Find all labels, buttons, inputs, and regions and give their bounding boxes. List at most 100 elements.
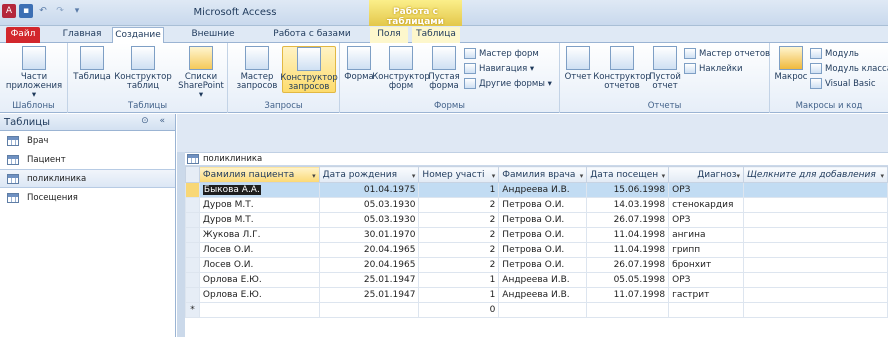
table-cell[interactable]: 2 [418,257,500,273]
row-selector[interactable] [185,212,200,228]
table-cell[interactable]: ангина [668,227,745,243]
table-cell[interactable]: 30.01.1970 [318,227,420,243]
nav-item-visits[interactable]: Посещения [0,188,175,207]
table-row[interactable]: Быкова А.А. 01.04.1975 1 Андреева И.В. 15.06… [185,182,888,198]
empty-cell[interactable] [743,182,888,198]
report-wizard-button[interactable]: Мастер отчетов [684,48,770,59]
empty-cell[interactable] [743,272,888,288]
table-cell[interactable]: ОРЗ [668,272,745,288]
table-cell[interactable]: 1 [418,287,500,303]
visual-basic-button[interactable]: Visual Basic [810,78,876,89]
customize-qat-icon[interactable]: ▾ [70,4,84,18]
navigation-button[interactable]: Навигация ▾ [464,63,534,74]
app-parts-button[interactable]: Части приложения ▾ [4,46,64,100]
table-cell[interactable]: Андреева И.В. [498,182,588,198]
table-button[interactable]: Таблица [72,46,112,82]
form-wizard-button[interactable]: Мастер форм [464,48,539,59]
table-cell[interactable]: Лосев О.И. [198,242,320,258]
table-cell[interactable]: Лосев О.И. [198,257,320,273]
query-designer-button[interactable]: Конструктор запросов [280,46,338,93]
macro-button[interactable]: Макрос [774,46,808,82]
empty-cell[interactable] [743,227,888,243]
table-cell[interactable]: 2 [418,197,500,213]
table-cell[interactable]: Орлова Е.Ю. [198,272,320,288]
table-cell[interactable]: Петрова О.И. [498,242,588,258]
table-cell[interactable]: 0 [418,302,500,318]
table-cell[interactable] [668,302,745,318]
table-row[interactable]: Орлова Е.Ю. 25.01.1947 1 Андреева И.В. 05.05… [185,272,888,288]
table-cell[interactable]: Петрова О.И. [498,212,588,228]
table-cell[interactable]: ОРЗ [668,182,745,198]
sort-filter-icon[interactable]: ▾ [492,172,496,180]
table-row[interactable]: Дуров М.Т. 05.03.1930 2 Петрова О.И. 26.07.1… [185,212,888,228]
document-tab[interactable]: поликлиника [185,152,888,165]
nav-item-clinic[interactable]: поликлиника [0,169,175,188]
table-cell[interactable]: 05.03.1930 [318,212,420,228]
table-cell[interactable]: 26.07.1998 [586,257,670,273]
nav-header[interactable]: Таблицы ⊙ « [0,114,175,131]
table-cell[interactable]: Жукова Л.Г. [198,227,320,243]
add-column-header[interactable]: Щелкните для добавления ▾ [743,166,888,183]
row-selector[interactable] [185,272,200,288]
column-header[interactable]: Диагноз ▾ [668,166,745,183]
table-row[interactable]: Дуров М.Т. 05.03.1930 2 Петрова О.И. 14.03.1… [185,197,888,213]
table-row[interactable]: Орлова Е.Ю. 25.01.1947 1 Андреева И.В. 11.07… [185,287,888,303]
table-cell[interactable]: Петрова О.И. [498,227,588,243]
sort-filter-icon[interactable]: ▾ [580,172,584,180]
table-cell[interactable]: 20.04.1965 [318,257,420,273]
table-cell[interactable]: 11.04.1998 [586,227,670,243]
select-all-corner[interactable] [185,166,200,183]
table-cell[interactable]: 1 [418,272,500,288]
table-cell[interactable]: 2 [418,212,500,228]
table-cell[interactable]: Андреева И.В. [498,287,588,303]
table-cell[interactable]: Андреева И.В. [498,272,588,288]
table-designer-button[interactable]: Конструктор таблиц [114,46,172,91]
table-cell[interactable]: бронхит [668,257,745,273]
table-cell[interactable]: Быкова А.А. [198,182,320,198]
table-row[interactable]: Лосев О.И. 20.04.1965 2 Петрова О.И. 11.04.1… [185,242,888,258]
column-header[interactable]: Фамилия врача ▾ [498,166,588,183]
save-icon[interactable]: ▪ [19,4,33,18]
report-button[interactable]: Отчет [564,46,592,82]
tab-external-data[interactable]: Внешние данные [172,27,254,54]
tab-database-tools[interactable]: Работа с базами данных [262,27,362,54]
form-button[interactable]: Форма [344,46,374,82]
nav-controls[interactable]: ⊙ « [141,116,169,126]
tab-file[interactable]: Файл [6,27,40,43]
table-cell[interactable]: Петрова О.И. [498,257,588,273]
labels-button[interactable]: Наклейки [684,63,743,74]
report-designer-button[interactable]: Конструктор отчетов [593,46,651,91]
column-header[interactable]: Дата рождения ▾ [318,166,420,183]
class-module-button[interactable]: Модуль класса [810,63,888,74]
row-selector[interactable] [185,197,200,213]
table-cell[interactable] [318,302,420,318]
column-header[interactable]: Дата посещен ▾ [586,166,670,183]
sort-filter-icon[interactable]: ▾ [737,172,741,180]
sort-filter-icon[interactable]: ▾ [412,172,416,180]
table-cell[interactable]: 2 [418,227,500,243]
table-cell[interactable] [586,302,670,318]
sort-filter-icon[interactable]: ▾ [880,172,884,180]
table-cell[interactable]: стенокардия [668,197,745,213]
nav-item-doctor[interactable]: Врач [0,131,175,150]
table-cell[interactable]: 11.04.1998 [586,242,670,258]
empty-cell[interactable] [743,257,888,273]
undo-icon[interactable]: ↶ [36,4,50,18]
blank-report-button[interactable]: Пустой отчет [649,46,681,91]
redo-icon[interactable]: ↷ [53,4,67,18]
table-cell[interactable]: 20.04.1965 [318,242,420,258]
empty-cell[interactable] [743,287,888,303]
table-row[interactable]: Лосев О.И. 20.04.1965 2 Петрова О.И. 26.07.1… [185,257,888,273]
module-button[interactable]: Модуль [810,48,859,59]
table-cell[interactable]: 25.01.1947 [318,272,420,288]
row-selector[interactable] [185,242,200,258]
empty-cell[interactable] [743,197,888,213]
empty-cell[interactable] [743,242,888,258]
row-selector[interactable] [185,287,200,303]
table-cell[interactable]: 05.03.1930 [318,197,420,213]
table-cell[interactable]: 14.03.1998 [586,197,670,213]
table-cell[interactable]: ОРЗ [668,212,745,228]
row-selector[interactable] [185,257,200,273]
table-row[interactable]: Жукова Л.Г. 30.01.1970 2 Петрова О.И. 11.04.… [185,227,888,243]
table-cell[interactable]: Орлова Е.Ю. [198,287,320,303]
